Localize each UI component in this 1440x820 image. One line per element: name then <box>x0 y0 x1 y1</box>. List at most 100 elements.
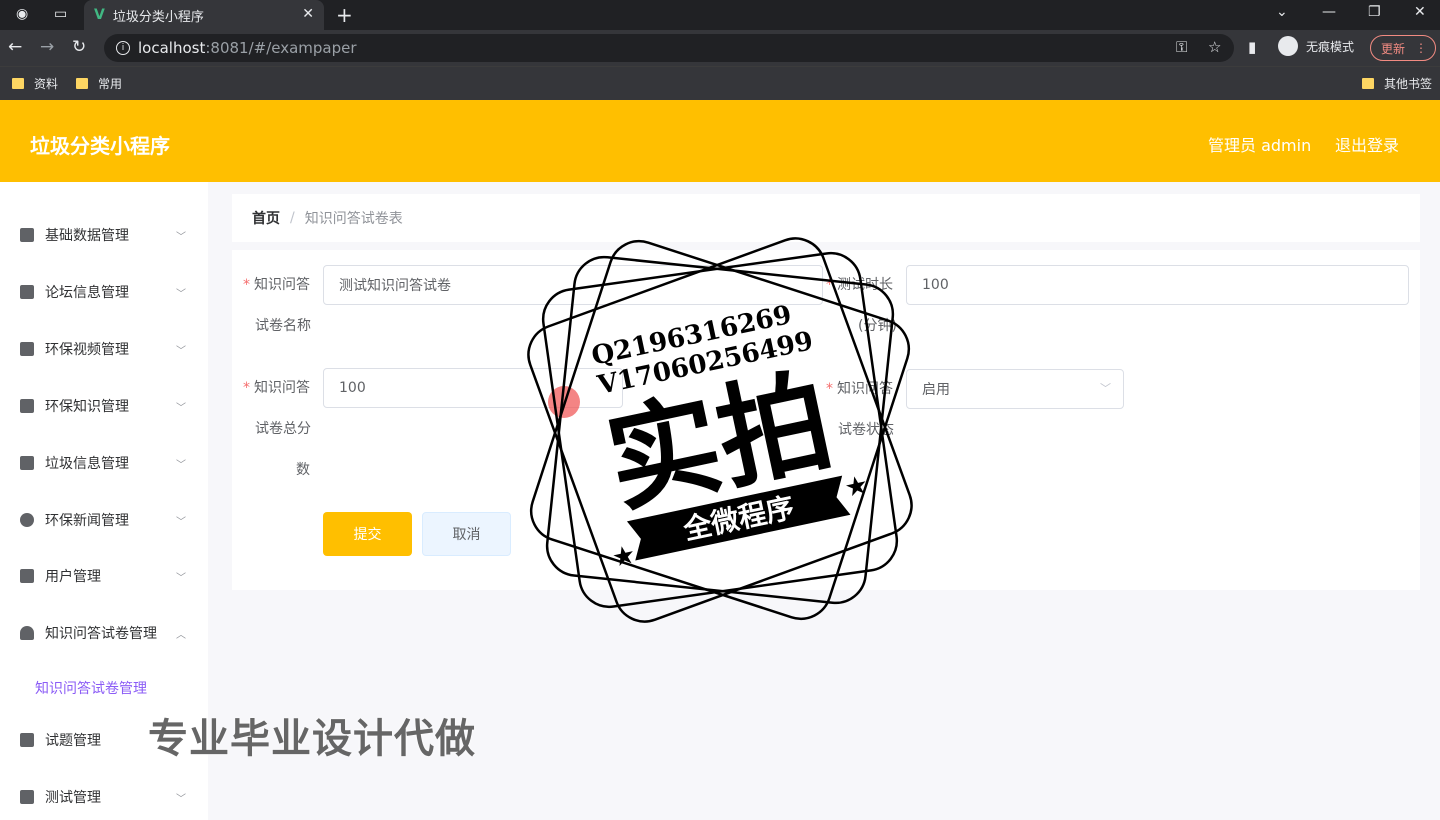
breadcrumb-home[interactable]: 首页 <box>252 208 280 228</box>
folder-icon <box>1362 78 1374 89</box>
restore-icon[interactable]: ❐ <box>1368 4 1381 20</box>
logout-link[interactable]: 退出登录 <box>1335 132 1399 156</box>
sidebar-item-forum[interactable]: 论坛信息管理 ﹀ <box>0 277 208 307</box>
chevron-down-icon: ﹀ <box>176 288 186 300</box>
sidebar-item-video[interactable]: 环保视频管理 ﹀ <box>0 334 208 364</box>
duration-input[interactable]: 100 <box>906 265 1409 305</box>
total-score-label-line2: 试卷总分 <box>255 421 311 437</box>
document-icon <box>20 399 34 413</box>
total-score-label: * 知识问答 <box>243 378 310 398</box>
chevron-down-icon: ﹀ <box>176 516 186 528</box>
sidebar-item-users[interactable]: 用户管理 ﹀ <box>0 561 208 591</box>
sidebar-item-label: 试题管理 <box>45 733 101 749</box>
tab-list-icon[interactable]: ▭ <box>54 6 67 22</box>
url-path: :8081/#/exampaper <box>205 39 357 57</box>
bar-chart-icon <box>20 456 34 470</box>
grid-icon <box>20 228 34 242</box>
url-input[interactable]: i localhost:8081/#/exampaper <box>104 34 1234 62</box>
incognito-label: 无痕模式 <box>1306 39 1355 54</box>
sidebar-subitem-exampaper[interactable]: 知识问答试卷管理 <box>35 678 147 698</box>
sidebar-item-news[interactable]: 环保新闻管理 ﹀ <box>0 505 208 535</box>
user-icon <box>20 626 34 640</box>
more-icon: ⋮ <box>1415 41 1428 55</box>
star-icon[interactable]: ☆ <box>1208 38 1221 56</box>
sidebar-item-label: 环保新闻管理 <box>45 513 129 529</box>
status-select-value: 启用 <box>922 382 950 398</box>
folder-icon <box>76 78 88 89</box>
update-button[interactable]: 更新 ⋮ <box>1370 35 1436 61</box>
chevron-down-icon: ﹀ <box>176 793 186 805</box>
vue-logo-icon: V <box>94 7 105 23</box>
required-mark: * <box>243 277 250 293</box>
chevron-down-icon: ﹀ <box>176 402 186 414</box>
incognito-icon <box>1278 36 1298 56</box>
sidebar-item-label: 论坛信息管理 <box>45 285 129 301</box>
total-score-label-line3: 数 <box>296 462 310 478</box>
close-window-icon[interactable]: ✕ <box>1414 4 1426 20</box>
chat-icon <box>20 569 34 583</box>
exampaper-name-label-line2: 试卷名称 <box>255 318 311 334</box>
other-bookmarks[interactable]: 其他书签 <box>1362 75 1432 92</box>
user-label: 管理员 admin <box>1208 136 1312 155</box>
info-icon[interactable]: i <box>116 41 130 55</box>
chevron-down-icon: ﹀ <box>176 345 186 357</box>
sidebar-item-label: 垃圾信息管理 <box>45 456 129 472</box>
ticket-icon <box>20 733 34 747</box>
exampaper-name-label: * 知识问答 <box>243 275 310 295</box>
label-text: 知识问答 <box>254 277 310 293</box>
incognito-badge[interactable]: 无痕模式 <box>1278 36 1354 56</box>
bookmark-label: 资料 <box>34 77 59 91</box>
bottom-watermark: 专业毕业设计代做 <box>148 716 476 762</box>
update-label: 更新 <box>1381 41 1406 56</box>
chevron-down-icon: ﹀ <box>176 572 186 584</box>
bookmark-folder[interactable]: 资料 <box>12 75 58 92</box>
folder-icon <box>12 78 24 89</box>
app-brand: 垃圾分类小程序 <box>30 134 170 158</box>
close-tab-icon[interactable]: ✕ <box>302 6 314 22</box>
back-icon[interactable]: ← <box>8 37 22 57</box>
sidebar-item-label: 环保知识管理 <box>45 399 129 415</box>
url-host: localhost <box>138 39 206 57</box>
globe-icon[interactable]: ◉ <box>16 6 28 22</box>
monitor-icon <box>20 285 34 299</box>
stamp-watermark: Q2196316269 V17060256499 实拍 全微程序 ★ ★ <box>527 237 913 623</box>
star-icon: ★ <box>609 540 638 574</box>
chevron-down-icon: ﹀ <box>1100 382 1111 395</box>
key-icon[interactable]: ⚿ <box>1176 38 1187 56</box>
star-icon: ★ <box>842 470 871 504</box>
label-text: 知识问答 <box>254 380 310 396</box>
browser-tab[interactable]: V 垃圾分类小程序 ✕ <box>84 0 324 30</box>
app-header: 垃圾分类小程序 管理员 admin 退出登录 <box>0 100 1440 182</box>
required-mark: * <box>243 380 250 396</box>
bulb-icon <box>20 513 34 527</box>
bookmark-folder[interactable]: 常用 <box>76 75 122 92</box>
sidebar-item-garbage[interactable]: 垃圾信息管理 ﹀ <box>0 448 208 478</box>
tab-search-icon[interactable]: ⌄ <box>1276 4 1288 20</box>
breadcrumb-separator: / <box>290 210 295 226</box>
sidebar-item-tests[interactable]: 测试管理 ﹀ <box>0 782 208 812</box>
chevron-down-icon: ﹀ <box>176 459 186 471</box>
sidebar-item-exampaper[interactable]: 知识问答试卷管理 ︿ <box>0 618 208 648</box>
sidebar-item-label: 用户管理 <box>45 569 101 585</box>
chevron-down-icon: ﹀ <box>176 231 186 243</box>
minimize-icon[interactable]: — <box>1322 4 1336 20</box>
bookmarks-bar: 资料 常用 其他书签 <box>0 66 1440 100</box>
new-tab-icon[interactable]: + <box>336 3 353 27</box>
status-select[interactable]: 启用 ﹀ <box>906 369 1124 409</box>
reload-icon[interactable]: ↻ <box>72 37 86 57</box>
forward-icon[interactable]: → <box>40 37 54 57</box>
address-bar-row: ← → ↻ i localhost:8081/#/exampaper ⚿ ☆ ▮… <box>0 30 1440 66</box>
cancel-button[interactable]: 取消 <box>422 512 511 556</box>
sidebar-item-label: 环保视频管理 <box>45 342 129 358</box>
breadcrumb-current: 知识问答试卷表 <box>304 211 403 227</box>
sidebar-item-base-data[interactable]: 基础数据管理 ﹀ <box>0 220 208 250</box>
flag-icon <box>20 342 34 356</box>
browser-chrome: ◉ ▭ V 垃圾分类小程序 ✕ + ⌄ — ❐ ✕ ← → ↻ i localh… <box>0 0 1440 100</box>
sidebar-item-knowledge[interactable]: 环保知识管理 ﹀ <box>0 391 208 421</box>
submit-button[interactable]: 提交 <box>323 512 412 556</box>
sidebar-item-label: 基础数据管理 <box>45 228 129 244</box>
sidebar-item-label: 知识问答试卷管理 <box>45 626 157 642</box>
bookmark-label: 常用 <box>98 77 123 91</box>
sidebar-toggle-icon[interactable]: ▮ <box>1248 38 1256 56</box>
chevron-up-icon: ︿ <box>176 629 186 641</box>
